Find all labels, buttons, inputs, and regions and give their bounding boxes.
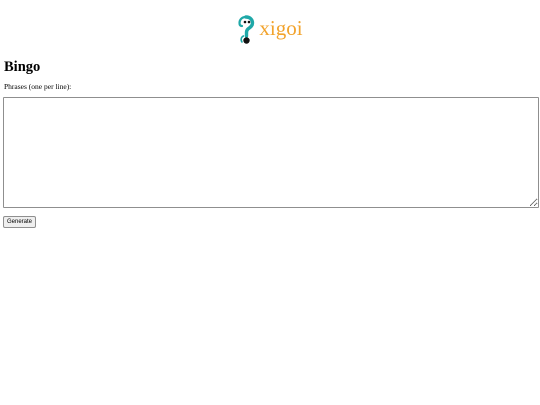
phrases-textarea[interactable] (3, 97, 539, 208)
xigoi-logo-icon (237, 15, 255, 45)
site-header: xigoi (0, 13, 540, 47)
site-logo-text: xigoi (259, 16, 303, 40)
page-title: Bingo (4, 59, 41, 75)
site-logo[interactable]: xigoi (237, 15, 303, 45)
generate-button[interactable]: Generate (3, 216, 37, 228)
phrases-label: Phrases (one per line): (4, 82, 72, 91)
